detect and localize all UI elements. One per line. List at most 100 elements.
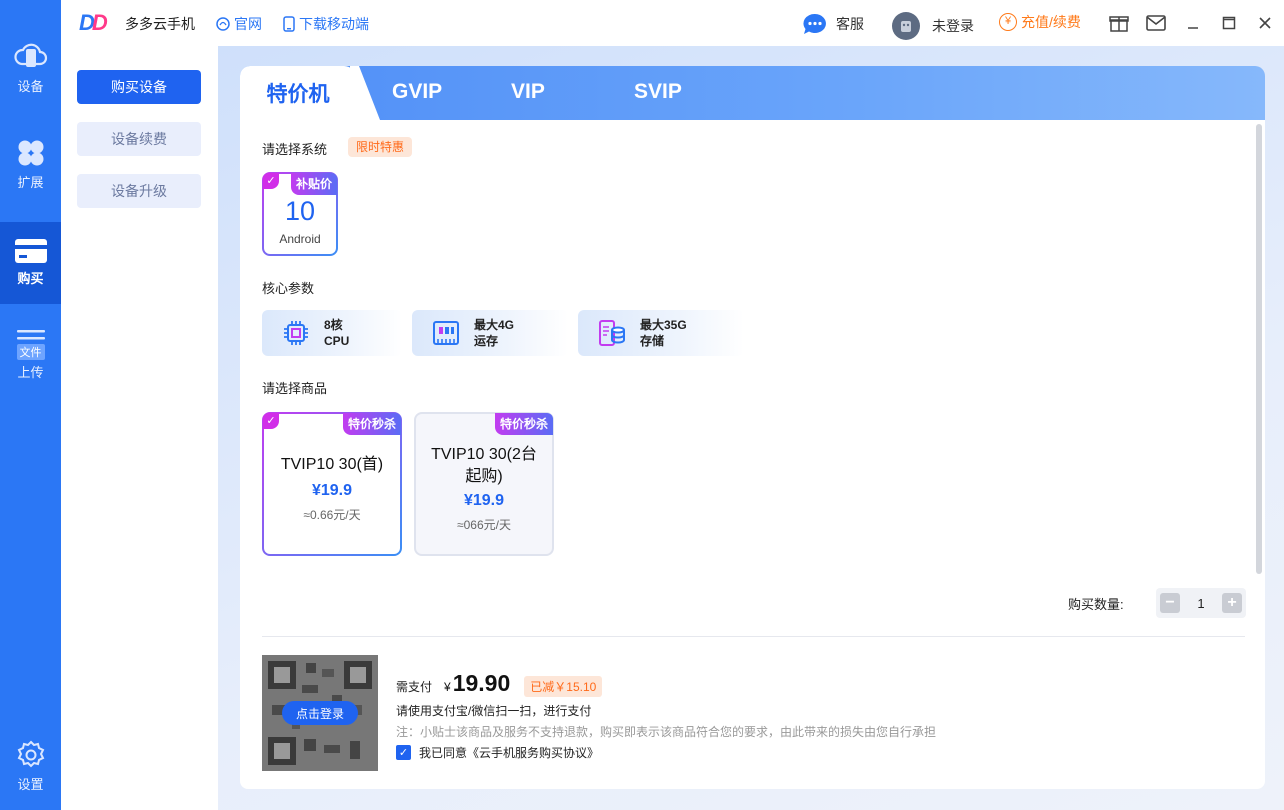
flash-sale-tag: 特价秒杀 xyxy=(494,413,553,435)
payment-amount: 19.90 xyxy=(452,670,511,696)
storage-icon xyxy=(599,320,625,346)
login-status-label: 未登录 xyxy=(932,18,974,34)
cloud-phone-icon xyxy=(13,43,47,67)
spec-storage-value: 最大35G xyxy=(640,318,687,332)
rail-item-settings[interactable]: 设置 xyxy=(0,740,61,798)
rail-item-upload[interactable]: 文件 上传 xyxy=(0,328,61,388)
agreement-checkbox[interactable]: ✓ xyxy=(396,745,411,760)
gift-button[interactable] xyxy=(1108,12,1130,34)
limited-offer-badge: 限时特惠 xyxy=(348,137,413,157)
clover-icon xyxy=(18,140,43,166)
os-name: Android xyxy=(279,232,321,246)
card-icon xyxy=(14,239,47,263)
spec-ram-label: 运存 xyxy=(474,334,499,348)
payment-hint: 请使用支付宝/微信扫一扫，进行支付 xyxy=(396,704,592,718)
spec-ram-value: 最大4G xyxy=(474,318,515,332)
message-button[interactable] xyxy=(1145,12,1167,34)
purchase-panel: 特价机 GVIP VIP SVIP 请选择系统 限时特惠 ✓ 补贴价 10 An… xyxy=(240,66,1265,789)
rail-label-devices: 设备 xyxy=(17,79,44,94)
payment-amount-row: 需支付 ¥ 19.90 已减￥15.10 xyxy=(396,670,603,697)
increment-button[interactable]: + xyxy=(1221,593,1242,613)
avatar xyxy=(892,12,920,40)
customer-service-button[interactable]: 客服 xyxy=(802,12,864,36)
plan-tabs: 特价机 GVIP VIP SVIP xyxy=(240,66,1265,120)
agreement-label[interactable]: 我已同意《云手机服务购买协议》 xyxy=(419,744,599,761)
tab-svip[interactable]: SVIP xyxy=(634,80,682,104)
maximize-button[interactable] xyxy=(1218,12,1240,34)
main-area: 特价机 GVIP VIP SVIP 请选择系统 限时特惠 ✓ 补贴价 10 An… xyxy=(218,46,1284,810)
quantity-label: 购买数量: xyxy=(1068,597,1124,612)
renew-device-button[interactable]: 设备续费 xyxy=(77,122,201,156)
official-site-link[interactable]: 官网 xyxy=(216,14,262,34)
product-card[interactable]: 特价秒杀 TVIP10 30(2台起购) ¥19.9 ≈066元/天 xyxy=(414,412,554,556)
app-name: 多多云手机 xyxy=(125,16,195,32)
upgrade-device-button[interactable]: 设备升级 xyxy=(77,174,201,208)
spec-cpu-value: 8核 xyxy=(324,318,343,332)
close-icon xyxy=(1259,17,1271,29)
quantity-value[interactable]: 1 xyxy=(1197,596,1204,611)
payment-label: 需支付 xyxy=(396,680,433,694)
download-mobile-link[interactable]: 下载移动端 xyxy=(283,14,369,34)
minimize-button[interactable] xyxy=(1182,12,1204,34)
agreement-row[interactable]: ✓ 我已同意《云手机服务购买协议》 xyxy=(396,744,599,761)
tab-special[interactable]: 特价机 xyxy=(240,66,356,120)
rail-label-extensions: 扩展 xyxy=(17,175,44,190)
spec-storage: 最大35G 存储 xyxy=(578,310,744,356)
spec-ram: 最大4G 运存 xyxy=(412,310,568,356)
left-rail: 设备 扩展 购买 文件 上传 设置 xyxy=(0,0,61,810)
scrollbar[interactable] xyxy=(1256,124,1262,574)
rail-item-devices[interactable]: 设备 xyxy=(0,40,61,100)
os-option-android10[interactable]: ✓ 补贴价 10 Android xyxy=(262,172,338,256)
os-version: 10 xyxy=(284,196,316,226)
products-section-title: 请选择商品 xyxy=(262,381,328,396)
decrement-button[interactable]: − xyxy=(1160,593,1180,613)
customer-service-label: 客服 xyxy=(836,16,864,32)
close-button[interactable] xyxy=(1254,12,1276,34)
file-upload-icon xyxy=(16,330,45,340)
yuan-icon: ¥ xyxy=(999,13,1017,31)
gift-icon xyxy=(1109,16,1129,32)
product-name: TVIP10 30(2台起购) xyxy=(431,446,537,485)
qr-login-button[interactable]: 点击登录 xyxy=(282,701,358,725)
rail-item-extensions[interactable]: 扩展 xyxy=(0,138,61,196)
product-card[interactable]: ✓ 特价秒杀 TVIP10 30(首) ¥19.9 ≈0.66元/天 xyxy=(262,412,402,556)
cpu-icon xyxy=(284,321,308,345)
rail-label-buy: 购买 xyxy=(17,271,44,286)
check-icon: ✓ xyxy=(263,173,279,189)
quantity-stepper: − 1 + xyxy=(1156,588,1246,618)
recharge-button[interactable]: ¥ 充值/续费 xyxy=(999,12,1081,32)
login-status[interactable]: 未登录 xyxy=(892,12,974,40)
discount-badge: 已减￥15.10 xyxy=(524,676,603,697)
spec-cpu-label: CPU xyxy=(324,334,350,348)
check-icon: ✓ xyxy=(263,413,279,429)
purchase-card: 请选择系统 限时特惠 ✓ 补贴价 10 Android 核心参数 8核 CPU … xyxy=(240,120,1265,789)
rail-label-settings: 设置 xyxy=(17,777,44,792)
ram-icon xyxy=(433,321,459,345)
gear-icon xyxy=(17,740,44,768)
currency-symbol: ¥ xyxy=(444,680,451,694)
tab-vip[interactable]: VIP xyxy=(511,80,545,104)
product-name: TVIP10 30(首) xyxy=(280,456,384,473)
mobile-icon xyxy=(283,16,295,32)
rail-label-upload: 上传 xyxy=(17,365,44,380)
buy-device-button[interactable]: 购买设备 xyxy=(77,70,201,104)
top-bar: DD 多多云手机 官网 下载移动端 客服 未登录 ¥ 充值/续费 xyxy=(61,0,1284,46)
spec-storage-label: 存储 xyxy=(640,334,665,348)
tab-gvip[interactable]: GVIP xyxy=(392,80,442,104)
product-price: ¥19.9 xyxy=(463,492,505,509)
download-mobile-label: 下载移动端 xyxy=(299,16,369,32)
mail-icon xyxy=(1146,15,1166,31)
minimize-icon xyxy=(1188,27,1198,29)
system-section-title: 请选择系统 xyxy=(262,142,328,157)
subsidy-tag: 补贴价 xyxy=(290,173,337,195)
sub-menu: 购买设备 设备续费 设备升级 xyxy=(61,46,218,810)
rail-item-buy[interactable]: 购买 xyxy=(0,222,61,304)
specs-section-title: 核心参数 xyxy=(262,281,315,296)
payment-qr-code: 点击登录 xyxy=(262,655,378,771)
globe-icon xyxy=(216,17,230,31)
recharge-label: 充值/续费 xyxy=(1021,14,1081,30)
app-logo: DD xyxy=(79,10,108,35)
maximize-icon xyxy=(1222,16,1236,30)
rail-file-badge: 文件 xyxy=(16,344,45,360)
spec-cpu: 8核 CPU xyxy=(262,310,402,356)
